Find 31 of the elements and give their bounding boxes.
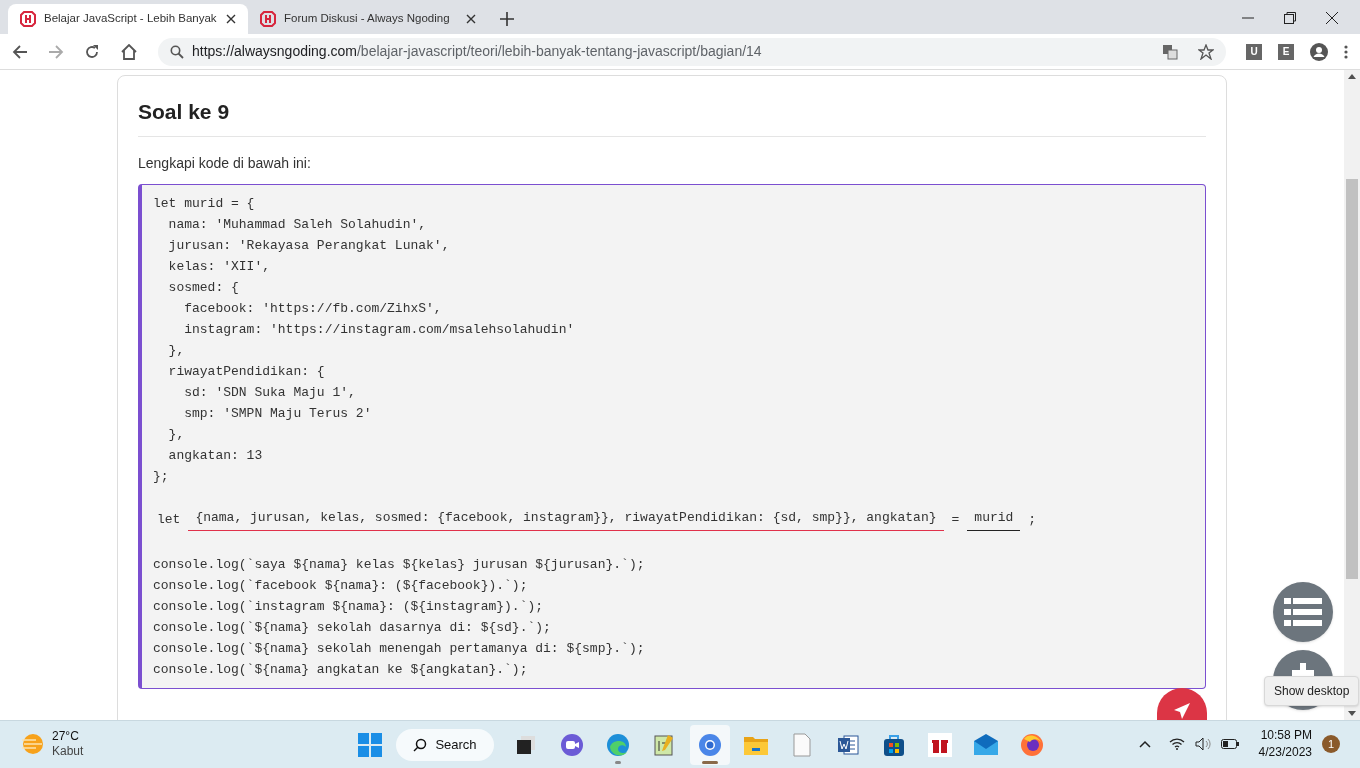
temperature-text: 27°C [52, 729, 80, 744]
code-line: sosmed: { [167, 278, 240, 297]
tab-title: Belajar JavaScript - Lebih Banyak [44, 11, 218, 27]
code-token: ; [1028, 510, 1037, 529]
code-line: facebook: 'https://fb.com/ZihxS', [183, 299, 443, 318]
weather-condition: Kabut [52, 744, 84, 759]
code-line: console.log(`facebook ${nama}: (${facebook}).`); [153, 576, 529, 595]
code-line: console.log(`${nama} sekolah menengah pertamanya di: ${smp}.`); [153, 639, 646, 658]
code-line: }, [167, 341, 186, 360]
code-line: console.log(`${nama} angkatan ke ${angkatan}.`); [153, 660, 529, 679]
code-line: }, [167, 425, 186, 444]
code-line: console.log(`instagram ${nama}: (${instagram}).`); [153, 597, 545, 616]
code-line: instagram: 'https://instagram.com/msalehsolahudin' [183, 320, 576, 339]
code-line: nama: 'Muhammad Saleh Solahudin', [167, 215, 428, 234]
code-line: jurusan: 'Rekayasa Perangkat Lunak', [167, 236, 451, 255]
code-line: smp: 'SMPN Maju Terus 2' [183, 404, 373, 423]
code-line: console.log(`${nama} sekolah dasarnya di: ${sd}.`); [153, 618, 552, 637]
code-line: sd: 'SDN Suka Maju 1', [183, 383, 357, 402]
show-desktop-tooltip: Show desktop [1264, 676, 1360, 706]
code-line: console.log(`saya ${nama} kelas ${kelas} jurusan ${jurusan}.`); [153, 555, 646, 574]
code-line: }; [153, 467, 170, 486]
url-text: https://alwaysngoding.com/belajar-javascript/teori/lebih-banyak-tentang-javascript/bagian/14 [192, 42, 763, 61]
code-token: = [951, 510, 960, 529]
question-title: Soal ke 9 [138, 96, 1206, 137]
code-line: let murid = { [153, 194, 256, 213]
code-line: kelas: 'XII', [167, 257, 272, 276]
code-line: angkatan: 13 [167, 446, 264, 465]
instruction-text: Lengkapi kode di bawah ini: [138, 153, 312, 173]
code-line: riwayatPendidikan: { [167, 362, 326, 381]
code-token: let [157, 510, 181, 529]
tab-title: Forum Diskusi - Always Ngoding [284, 11, 451, 27]
